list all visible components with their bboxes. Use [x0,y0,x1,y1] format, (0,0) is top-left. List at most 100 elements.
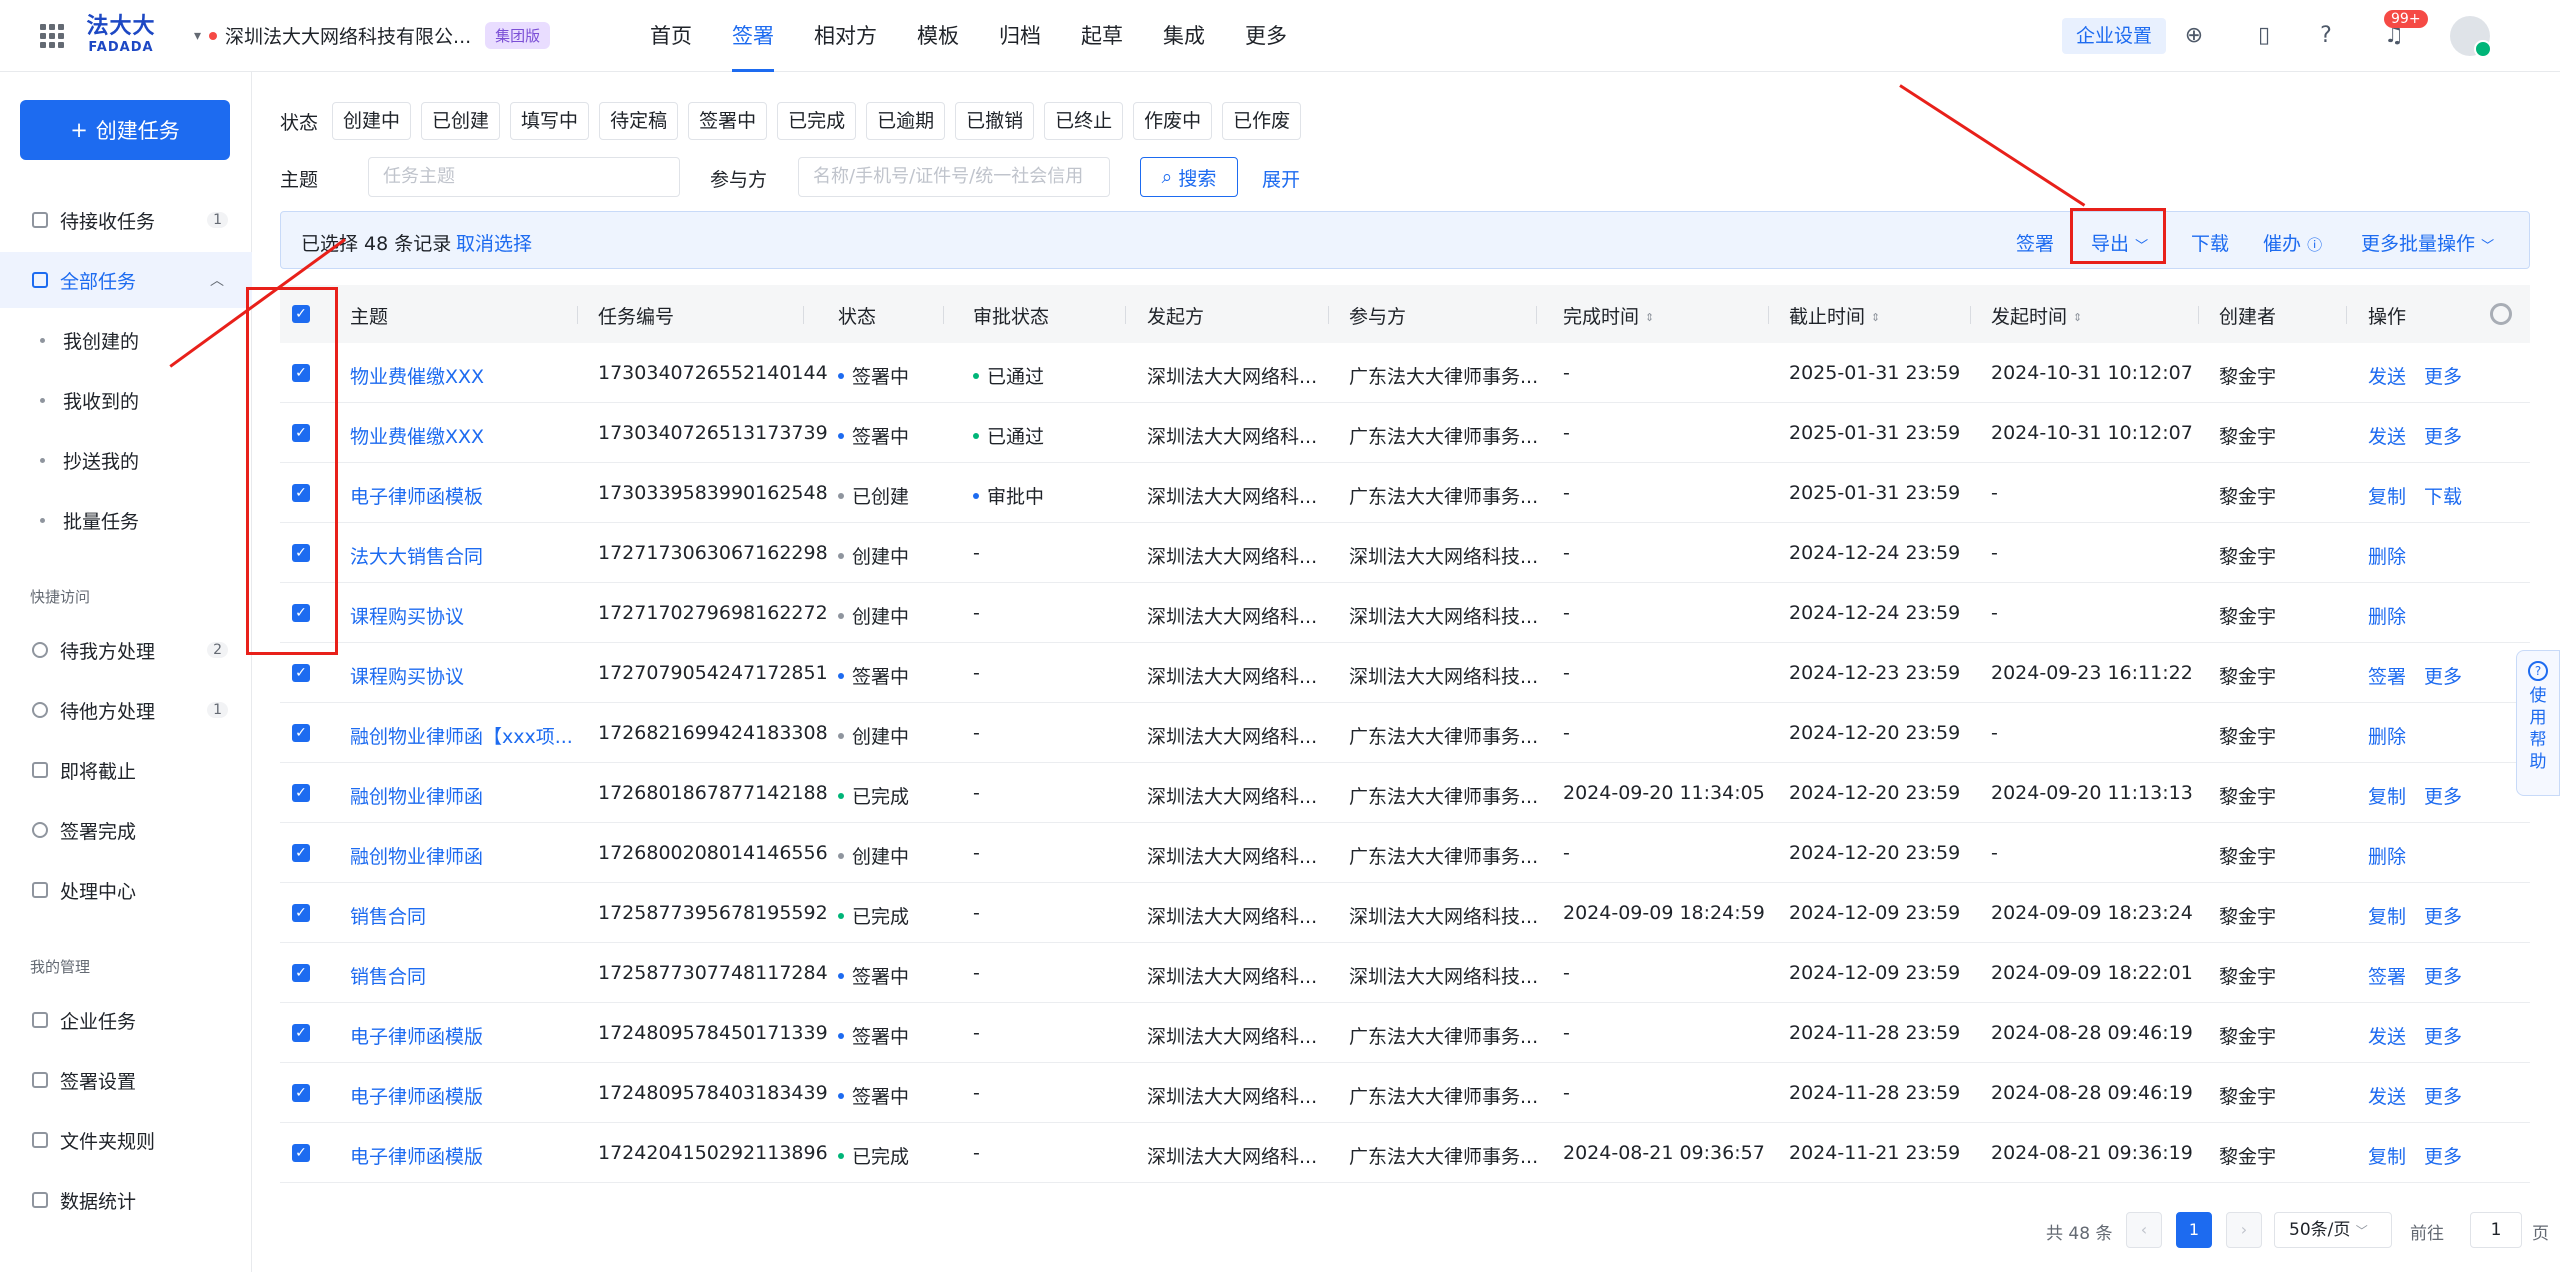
sidebar-item-pending-others[interactable]: 待他方处理 1 [0,682,252,738]
batch-urge-button[interactable]: 催办 ⓘ [2263,229,2322,256]
row-action-link[interactable]: 下载 [2424,482,2462,509]
row-action-more[interactable]: 更多 [2424,662,2462,689]
status-chip[interactable]: 待定稿 [599,102,679,140]
col-done-time[interactable]: 完成时间 ⇕ [1563,302,1654,329]
org-switcher[interactable]: ▾ 深圳法大大网络科技有限公... 集团版 [194,22,551,49]
row-action-more[interactable]: 更多 [2424,422,2462,449]
row-checkbox[interactable]: ✓ [292,1084,310,1102]
search-button[interactable]: ⌕ 搜索 [1140,157,1238,197]
row-action-link[interactable]: 签署 [2368,962,2406,989]
row-action-link[interactable]: 复制 [2368,1142,2406,1169]
table-row[interactable]: ✓ 法大大销售合同 1727173063067162298 创建中 - 深圳法大大网络科.… [280,523,2530,583]
app-grid-icon[interactable] [40,24,64,48]
status-chip[interactable]: 已创建 [421,102,501,140]
help-icon[interactable]: ? [2312,22,2340,50]
sidebar-sub-created-by-me[interactable]: 我创建的 [0,312,252,368]
row-action-link[interactable]: 删除 [2368,542,2406,569]
row-subject-link[interactable]: 融创物业律师函 [350,842,483,869]
batch-sign-button[interactable]: 签署 [2016,229,2054,256]
row-subject-link[interactable]: 法大大销售合同 [350,542,483,569]
row-subject-link[interactable]: 销售合同 [350,962,426,989]
nav-counterparty[interactable]: 相对方 [814,0,877,72]
row-action-link[interactable]: 删除 [2368,602,2406,629]
sidebar-item-processing-center[interactable]: 处理中心 [0,862,252,918]
help-side-tab[interactable]: ? 使用帮助 [2516,650,2560,796]
expand-link[interactable]: 展开 [1262,165,1300,192]
table-row[interactable]: ✓ 电子律师函模版 1724204150292113896 已完成 - 深圳法大大网络科.… [280,1123,2530,1183]
row-subject-link[interactable]: 课程购买协议 [350,662,464,689]
row-checkbox[interactable]: ✓ [292,1024,310,1042]
status-chip[interactable]: 创建中 [332,102,412,140]
row-subject-link[interactable]: 物业费催缴XXX [350,422,484,449]
table-row[interactable]: ✓ 电子律师函模板 1730339583990162548 已创建 审批中 深圳法大大网络… [280,463,2530,523]
nav-integration[interactable]: 集成 [1163,0,1205,72]
row-action-more[interactable]: 更多 [2424,962,2462,989]
row-checkbox[interactable]: ✓ [292,664,310,682]
status-chip[interactable]: 已逾期 [866,102,946,140]
page-size-select[interactable]: 50条/页 ﹀ [2274,1212,2392,1248]
status-chip[interactable]: 已作废 [1222,102,1302,140]
row-action-more[interactable]: 更多 [2424,1082,2462,1109]
table-row[interactable]: ✓ 融创物业律师函 1726800208014146556 创建中 - 深圳法大大网络科.… [280,823,2530,883]
row-action-link[interactable]: 删除 [2368,842,2406,869]
status-chip[interactable]: 作废中 [1133,102,1213,140]
row-action-link[interactable]: 发送 [2368,362,2406,389]
logo[interactable]: 法大大 FADADA [86,16,156,55]
subject-input[interactable]: 任务主题 [368,157,680,197]
row-subject-link[interactable]: 物业费催缴XXX [350,362,484,389]
sidebar-item-pending-receive[interactable]: 待接收任务 1 [0,192,252,248]
sidebar-item-statistics[interactable]: 数据统计 [0,1172,252,1228]
row-action-link[interactable]: 复制 [2368,482,2406,509]
row-action-more[interactable]: 更多 [2424,902,2462,929]
sidebar-item-pending-mine[interactable]: 待我方处理 2 [0,622,252,678]
row-action-link[interactable]: 删除 [2368,722,2406,749]
table-row[interactable]: ✓ 电子律师函模版 1724809578403183439 签署中 - 深圳法大大网络科.… [280,1063,2530,1123]
row-action-link[interactable]: 发送 [2368,1082,2406,1109]
table-row[interactable]: ✓ 融创物业律师函 1726801867877142188 已完成 - 深圳法大大网络科.… [280,763,2530,823]
status-chip[interactable]: 已撤销 [955,102,1035,140]
page-1-button[interactable]: 1 [2176,1212,2212,1248]
row-checkbox[interactable]: ✓ [292,964,310,982]
row-action-more[interactable]: 更多 [2424,362,2462,389]
row-action-link[interactable]: 发送 [2368,422,2406,449]
nav-draft[interactable]: 起草 [1081,0,1123,72]
more-batch-actions-button[interactable]: 更多批量操作 ﹀ [2361,229,2494,256]
sidebar-item-folder-rules[interactable]: 文件夹规则 [0,1112,252,1168]
gear-icon[interactable] [2490,303,2512,325]
status-chip[interactable]: 已终止 [1044,102,1124,140]
col-deadline[interactable]: 截止时间 ⇕ [1789,302,1880,329]
row-checkbox[interactable]: ✓ [292,724,310,742]
avatar[interactable] [2450,16,2492,58]
cancel-selection-link[interactable]: 取消选择 [456,229,532,256]
status-chip[interactable]: 填写中 [510,102,590,140]
jump-page-input[interactable]: 1 [2470,1212,2522,1248]
batch-download-button[interactable]: 下载 [2191,229,2229,256]
row-subject-link[interactable]: 电子律师函模板 [350,482,483,509]
row-subject-link[interactable]: 电子律师函模版 [350,1082,483,1109]
row-subject-link[interactable]: 电子律师函模版 [350,1022,483,1049]
status-chip[interactable]: 签署中 [688,102,768,140]
table-row[interactable]: ✓ 销售合同 1725877395678195592 已完成 - 深圳法大大网络科... 深… [280,883,2530,943]
table-row[interactable]: ✓ 融创物业律师函【xxx项... 1726821699424183308 创建中 - 深… [280,703,2530,763]
nav-home[interactable]: 首页 [650,0,692,72]
sidebar-item-sign-settings[interactable]: 签署设置 [0,1052,252,1108]
sidebar-item-signed[interactable]: 签署完成 [0,802,252,858]
row-subject-link[interactable]: 电子律师函模版 [350,1142,483,1169]
table-row[interactable]: ✓ 物业费催缴XXX 1730340726513173739 签署中 已通过 深圳法大大网… [280,403,2530,463]
party-input[interactable]: 名称/手机号/证件号/统一社会信用 [798,157,1110,197]
row-action-more[interactable]: 更多 [2424,1142,2462,1169]
row-subject-link[interactable]: 销售合同 [350,902,426,929]
mobile-icon[interactable]: ▯ [2250,22,2278,50]
row-action-more[interactable]: 更多 [2424,782,2462,809]
sidebar-item-due-soon[interactable]: 即将截止 [0,742,252,798]
row-action-link[interactable]: 复制 [2368,902,2406,929]
row-action-more[interactable]: 更多 [2424,1022,2462,1049]
status-chip[interactable]: 已完成 [777,102,857,140]
next-page-button[interactable]: › [2226,1212,2262,1248]
row-checkbox[interactable]: ✓ [292,844,310,862]
sidebar-sub-received[interactable]: 我收到的 [0,372,252,428]
enterprise-settings-button[interactable]: 企业设置 [2062,18,2167,54]
col-start-time[interactable]: 发起时间 ⇕ [1991,302,2082,329]
row-subject-link[interactable]: 课程购买协议 [350,602,464,629]
row-action-link[interactable]: 发送 [2368,1022,2406,1049]
